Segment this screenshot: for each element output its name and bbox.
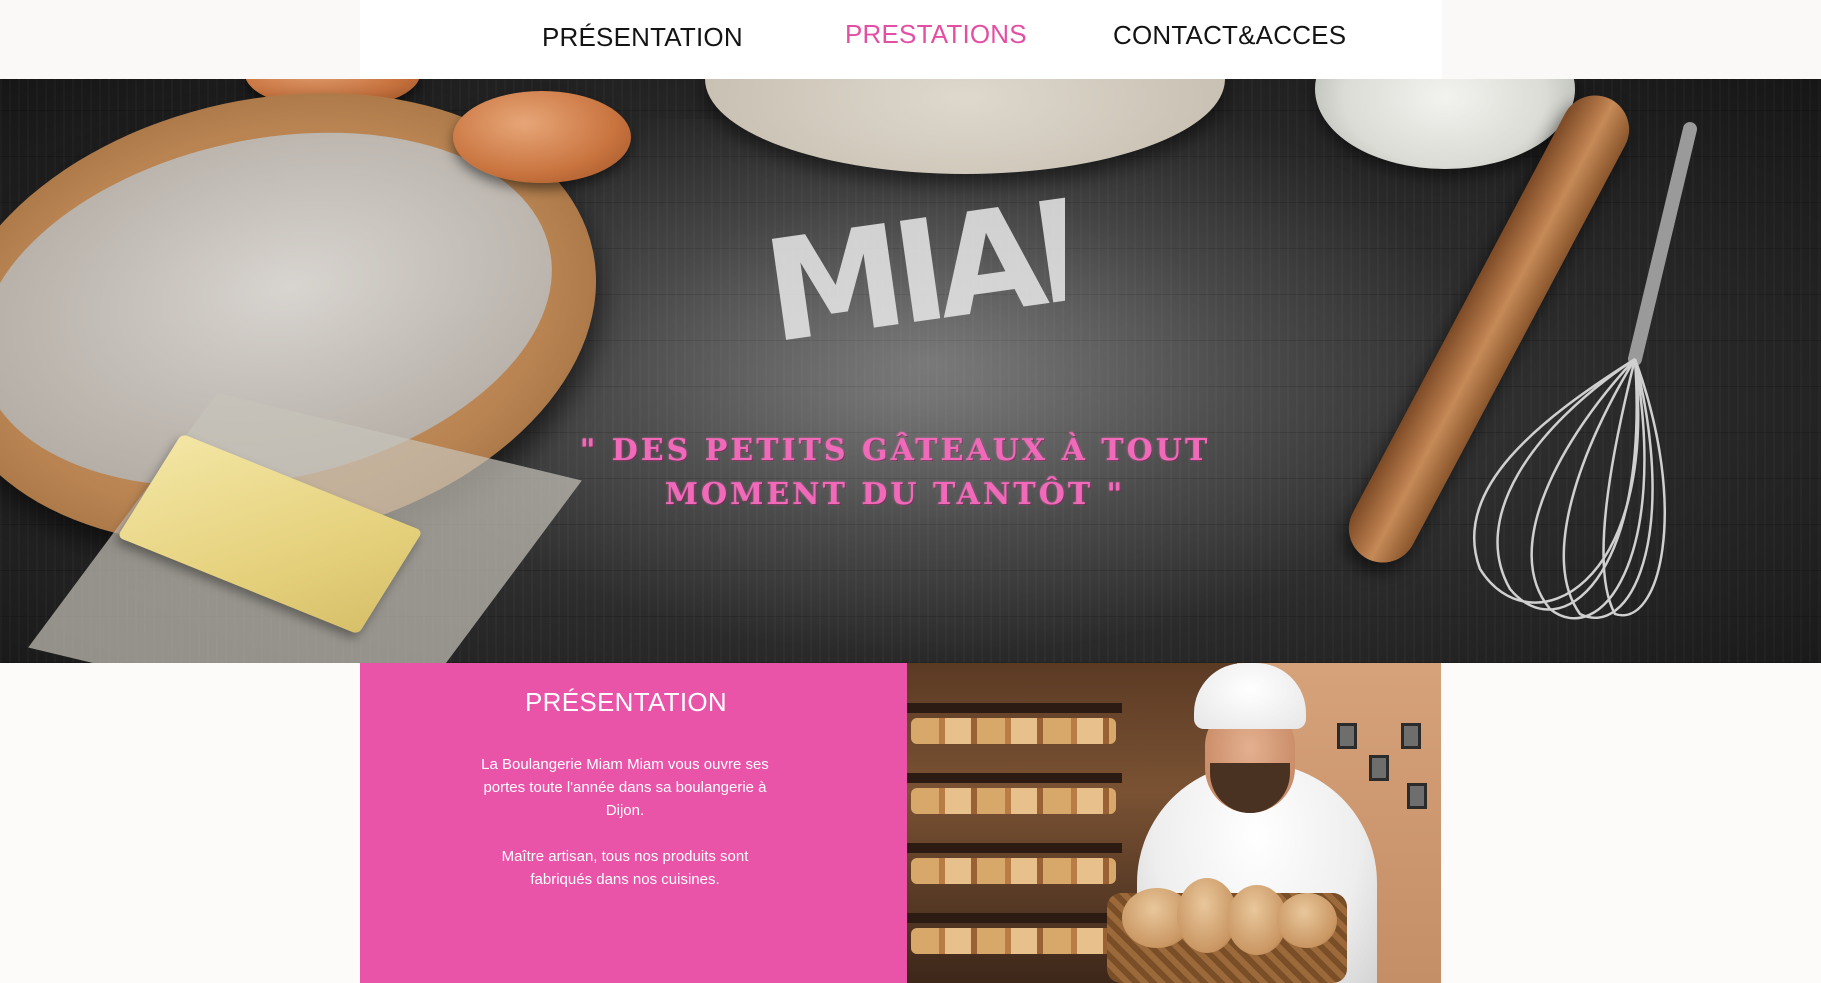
tagline-line-1: " DES PETITS GÂTEAUX À TOUT: [579, 433, 1211, 468]
svg-text:MIAM!: MIAM!: [755, 172, 1065, 367]
nav-item-prestations[interactable]: PRESTATIONS: [845, 19, 1027, 50]
whisk-icon: [1473, 122, 1697, 620]
picture-frame: [1337, 723, 1357, 749]
body-paragraph: Maître artisan, tous nos produits sont f…: [501, 848, 749, 888]
tagline-line-2: MOMENT DU TANTÔT ": [664, 477, 1126, 512]
picture-frame: [1369, 755, 1389, 781]
bread-loaf: [1277, 893, 1337, 948]
miam-logo: MIAM!: [755, 172, 1065, 367]
nav-item-presentation[interactable]: PRÉSENTATION: [542, 22, 743, 53]
pastry-row: [911, 788, 1116, 814]
shelf: [907, 773, 1122, 783]
shelf: [907, 913, 1122, 923]
chef-bakery-photo: [907, 663, 1441, 983]
hero-banner: MIAM! " DES PETITS GÂTEAUX À TOUT MOMENT…: [0, 79, 1821, 663]
picture-frame: [1401, 723, 1421, 749]
shelf: [907, 703, 1122, 713]
pastry-row: [911, 858, 1116, 884]
pastry-row: [911, 928, 1116, 954]
section-title: PRÉSENTATION: [525, 687, 727, 717]
egg-image: [453, 91, 631, 183]
hero-tagline: " DES PETITS GÂTEAUX À TOUT MOMENT DU TA…: [480, 429, 1310, 517]
presentation-panel: PRÉSENTATION La Boulangerie Miam Miam vo…: [360, 663, 907, 983]
picture-frame: [1407, 783, 1427, 809]
section-body: La Boulangerie Miam Miam vous ouvre ses …: [480, 753, 770, 891]
shelf: [907, 843, 1122, 853]
body-paragraph: La Boulangerie Miam Miam vous ouvre ses …: [481, 756, 769, 819]
nav-item-contact-acces[interactable]: CONTACT&ACCES: [1113, 20, 1346, 51]
pastry-row: [911, 718, 1116, 744]
